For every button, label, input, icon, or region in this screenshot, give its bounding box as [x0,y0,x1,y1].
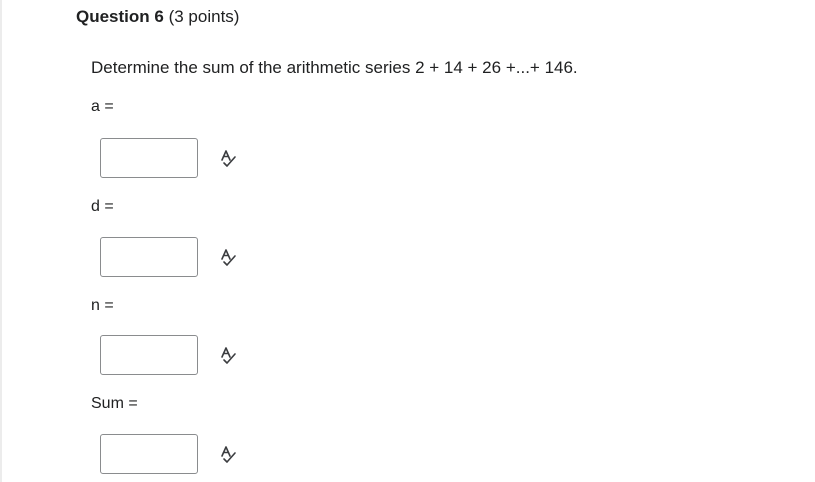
field-label-n: n = [91,297,114,314]
answer-input-d[interactable] [100,237,198,277]
field-label-sum: Sum = [91,395,138,412]
answer-input-sum[interactable] [100,434,198,474]
field-label-d: d = [91,198,114,215]
question-points: (3 points) [168,7,240,26]
spellcheck-icon[interactable] [218,149,238,169]
spellcheck-icon[interactable] [218,445,238,465]
question-prompt: Determine the sum of the arithmetic seri… [91,58,578,77]
question-number: Question 6 [76,7,164,26]
question-header: Question 6 (3 points) [76,6,239,28]
left-divider [0,0,2,482]
answer-input-n[interactable] [100,335,198,375]
answer-input-a[interactable] [100,138,198,178]
field-label-a: a = [91,98,114,115]
spellcheck-icon[interactable] [218,346,238,366]
spellcheck-icon[interactable] [218,248,238,268]
quiz-page: Question 6 (3 points) Determine the sum … [0,0,815,482]
